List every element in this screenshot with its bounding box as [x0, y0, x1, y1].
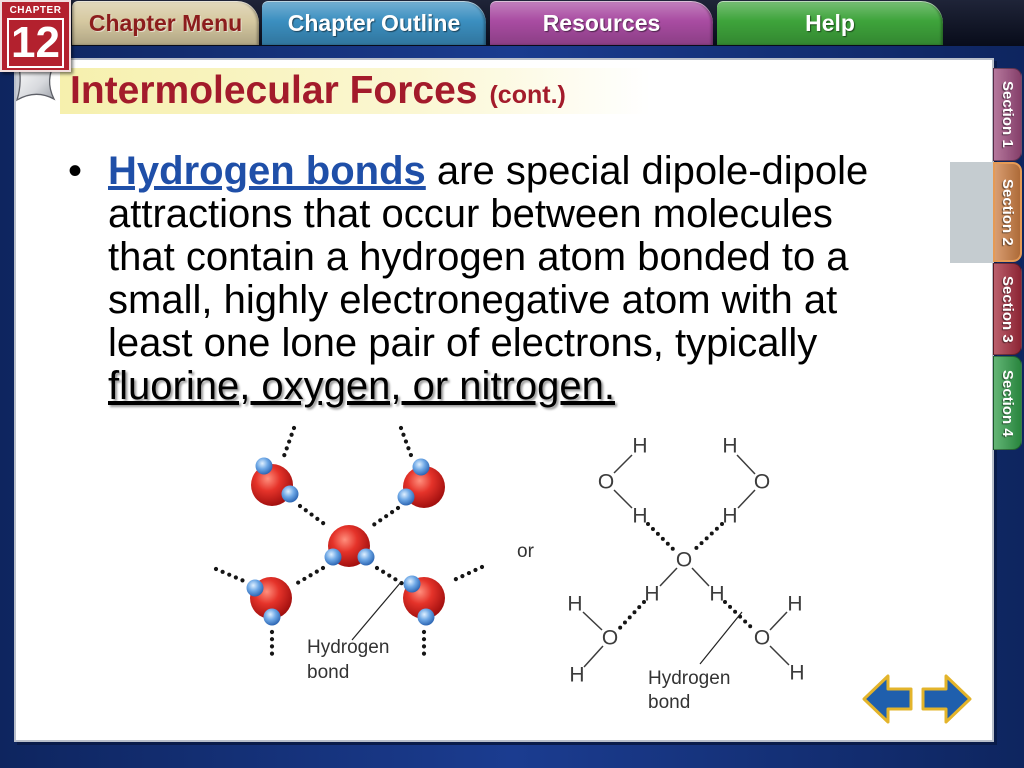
- section-tab-2[interactable]: Section 2: [993, 162, 1022, 262]
- water-molecule: [324, 525, 375, 567]
- covalent-bond-line: [769, 611, 788, 631]
- tab-resources[interactable]: Resources: [490, 1, 713, 45]
- covalent-bond-line: [613, 454, 633, 474]
- tab-help[interactable]: Help: [717, 1, 943, 45]
- hydrogen-bond-label-line1: Hydrogen: [307, 637, 389, 658]
- hydrogen-bond-dots: [374, 565, 406, 587]
- hydrogen-bond-label-line2: bond: [648, 692, 690, 713]
- hydrogen-bond-dots: [616, 522, 756, 632]
- tab-chapter-outline[interactable]: Chapter Outline: [262, 1, 486, 45]
- hydrogen-bond-dots: [369, 505, 401, 529]
- tab-chapter-menu[interactable]: Chapter Menu: [72, 1, 259, 45]
- covalent-bond-line: [736, 454, 756, 475]
- hydrogen-atom-label: H: [787, 593, 802, 616]
- hydrogen-bond-dots: [297, 503, 330, 529]
- hydrogen-atom-label: H: [722, 435, 737, 458]
- covalent-bond-line: [613, 489, 633, 509]
- arrow-right-icon[interactable]: [921, 674, 972, 724]
- oxygen-atom-label: O: [676, 549, 692, 572]
- hydrogen-bond-figure: Hydrogen bond or H O H H O H O H H H O H…: [213, 425, 805, 714]
- hydrogen-atom-label: H: [567, 593, 582, 616]
- hydrogen-atom: [417, 608, 435, 626]
- label-pointer-line: [351, 581, 402, 641]
- section-tab-4[interactable]: Section 4: [993, 356, 1022, 450]
- hydrogen-bond-dots: [690, 522, 724, 554]
- hydrogen-atom-label: H: [722, 505, 737, 528]
- title-main: Intermolecular Forces: [70, 69, 478, 112]
- hydrogen-atom-label: H: [569, 664, 584, 687]
- hydrogen-atom-label: H: [709, 583, 724, 606]
- structural-formula: H O H H O H O H H H O H H O H Hydrogen b…: [567, 435, 804, 714]
- section-tab-label: Section 4: [999, 369, 1016, 437]
- bullet-point-icon: •: [68, 149, 83, 193]
- hydrogen-bond-dots: [616, 600, 646, 632]
- oxygen-atom-label: O: [602, 627, 618, 650]
- page-title: Intermolecular Forces (cont.): [70, 68, 566, 114]
- hydrogen-atom: [357, 548, 375, 566]
- section-tab-3[interactable]: Section 3: [993, 263, 1022, 355]
- hydrogen-bond-dots: [291, 565, 326, 588]
- title-suffix: (cont.): [489, 81, 566, 109]
- covalent-bond-line: [691, 567, 710, 587]
- hydrogen-atom: [281, 485, 299, 503]
- tab-label: Chapter Outline: [287, 9, 461, 36]
- hydrogen-atom: [324, 548, 342, 566]
- tab-label: Chapter Menu: [88, 9, 243, 36]
- hydrogen-atom-label: H: [789, 662, 804, 685]
- water-cluster: Hydrogen bond: [213, 425, 485, 683]
- chapter-number: 12: [7, 18, 64, 68]
- next-slide-button[interactable]: [921, 674, 972, 724]
- hydrogen-atom: [255, 457, 273, 475]
- covalent-bond-line: [737, 489, 756, 509]
- emphasis-elements: fluorine, oxygen, or nitrogen.: [108, 364, 615, 408]
- previous-slide-button[interactable]: [862, 674, 913, 724]
- hydrogen-atom: [246, 579, 264, 597]
- section-tab-label: Section 1: [999, 81, 1016, 148]
- slide-navigation: [862, 674, 972, 724]
- hydrogen-bond-dots: [398, 425, 415, 461]
- bullet-text: Hydrogen bonds are special dipole-dipole…: [108, 150, 888, 408]
- water-molecule: [251, 457, 299, 506]
- arrow-left-icon[interactable]: [862, 674, 913, 724]
- tab-label: Resources: [542, 9, 661, 36]
- term-hydrogen-bonds-link[interactable]: Hydrogen bonds: [108, 149, 426, 193]
- hydrogen-bond-label-line1: Hydrogen: [648, 668, 730, 689]
- water-molecule: [246, 577, 292, 626]
- tab-label: Help: [805, 9, 855, 36]
- hydrogen-atom-label: H: [644, 583, 659, 606]
- hydrogen-atom: [263, 608, 281, 626]
- chapter-badge-label: CHAPTER: [9, 5, 62, 16]
- oxygen-atom-label: O: [754, 627, 770, 650]
- active-section-highlight: [950, 162, 994, 263]
- section-tab-label: Section 3: [999, 275, 1016, 343]
- oxygen-atom-label: O: [598, 471, 614, 494]
- label-pointer-line: [699, 611, 743, 665]
- oxygen-atom-label: O: [754, 471, 770, 494]
- covalent-bond-line: [769, 645, 790, 666]
- water-molecule: [403, 575, 445, 626]
- hydrogen-atom-label: H: [632, 435, 647, 458]
- water-molecule: [397, 458, 445, 508]
- hydrogen-bond-dots: [451, 564, 485, 583]
- chapter-badge: CHAPTER 12: [0, 0, 71, 72]
- hydrogen-bond-dots: [281, 425, 297, 459]
- covalent-bond-line: [659, 567, 678, 587]
- hydrogen-bond-label-line2: bond: [307, 662, 349, 683]
- figure-separator: or: [517, 541, 535, 562]
- hydrogen-atom: [403, 575, 421, 593]
- hydrogen-atom-label: H: [632, 505, 647, 528]
- hydrogen-atom: [397, 488, 415, 506]
- section-tab-1[interactable]: Section 1: [993, 68, 1022, 161]
- section-tab-label: Section 2: [999, 178, 1016, 246]
- hydrogen-bond-dots: [646, 522, 678, 554]
- hydrogen-bond-dots: [213, 566, 247, 584]
- covalent-bond-line: [582, 611, 603, 631]
- covalent-bond-line: [583, 645, 604, 668]
- hydrogen-atom: [412, 458, 430, 476]
